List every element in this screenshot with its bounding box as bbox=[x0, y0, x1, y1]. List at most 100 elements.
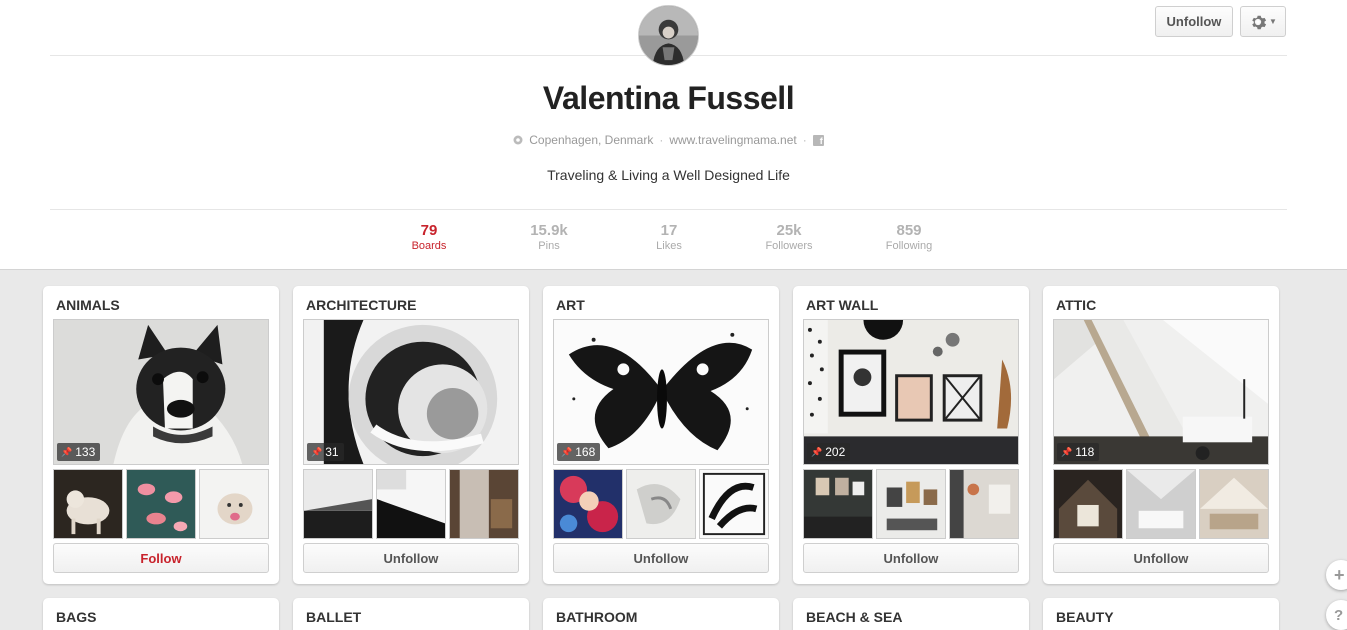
board-cover-image[interactable]: 📌 168 bbox=[553, 319, 769, 465]
board-thumbnail[interactable] bbox=[876, 469, 946, 539]
board-title[interactable]: ARCHITECTURE bbox=[306, 297, 416, 313]
board-thumbnails bbox=[53, 469, 269, 539]
pin-count: 133 bbox=[75, 445, 96, 459]
unfollow-board-button[interactable]: Unfollow bbox=[803, 543, 1019, 573]
chevron-down-icon: ▼ bbox=[1269, 17, 1277, 26]
stat-pins[interactable]: 15.9k Pins bbox=[489, 222, 609, 252]
stat-number: 859 bbox=[896, 222, 922, 239]
board-title[interactable]: BALLET bbox=[306, 609, 361, 625]
location-text: Copenhagen, Denmark bbox=[529, 133, 654, 147]
board-thumbnails bbox=[553, 469, 769, 539]
board-thumbnail[interactable] bbox=[376, 469, 446, 539]
board-thumbnail[interactable] bbox=[303, 469, 373, 539]
website-link[interactable]: www.travelingmama.net bbox=[669, 133, 796, 147]
stat-followers[interactable]: 25k Followers bbox=[729, 222, 849, 252]
plus-icon: + bbox=[1334, 564, 1345, 585]
pin-count: 118 bbox=[1075, 445, 1095, 459]
board-thumbnail[interactable] bbox=[126, 469, 196, 539]
board-thumbnail[interactable] bbox=[949, 469, 1019, 539]
stat-likes[interactable]: 17 Likes bbox=[609, 222, 729, 252]
board-cover-image[interactable]: 📌 202 bbox=[803, 319, 1019, 465]
stat-label: Followers bbox=[765, 240, 813, 252]
facebook-icon[interactable]: f bbox=[812, 134, 824, 146]
board-card-bags[interactable]: BAGS bbox=[43, 598, 279, 630]
gear-icon bbox=[1252, 15, 1267, 29]
profile-stats: 79 Boards 15.9k Pins 17 Likes 25k Follow… bbox=[369, 222, 969, 252]
board-title[interactable]: ART bbox=[556, 297, 585, 313]
pin-icon: 📌 bbox=[61, 446, 73, 457]
stat-label: Pins bbox=[538, 240, 560, 252]
board-thumbnail[interactable] bbox=[1199, 469, 1269, 539]
separator-dot: · bbox=[802, 133, 807, 147]
board-card-animals[interactable]: ANIMALS 📌 133 Follow bbox=[43, 286, 279, 584]
board-title[interactable]: BEAUTY bbox=[1056, 609, 1114, 625]
board-thumbnails bbox=[1053, 469, 1269, 539]
board-thumbnail[interactable] bbox=[199, 469, 269, 539]
board-card-attic[interactable]: ATTIC 📌 118 Unfollow bbox=[1043, 286, 1279, 584]
board-card-architecture[interactable]: ARCHITECTURE 📌 31 Unfollow bbox=[293, 286, 529, 584]
board-thumbnail[interactable] bbox=[1053, 469, 1123, 539]
unfollow-button[interactable]: Unfollow bbox=[1155, 6, 1233, 37]
pin-count-badge: 📌 118 bbox=[1057, 443, 1100, 461]
add-pin-button[interactable]: + bbox=[1326, 560, 1347, 590]
help-button[interactable]: ? bbox=[1326, 600, 1347, 630]
profile-name: Valentina Fussell bbox=[542, 80, 795, 116]
stat-label: Boards bbox=[411, 240, 447, 252]
board-card-art[interactable]: ART 📌 168 Unfollow bbox=[543, 286, 779, 584]
pin-count-badge: 📌 202 bbox=[807, 443, 851, 461]
board-card-bathroom[interactable]: BATHROOM bbox=[543, 598, 779, 630]
board-title[interactable]: BEACH & SEA bbox=[806, 609, 902, 625]
stat-number: 17 bbox=[660, 222, 678, 239]
stat-number: 79 bbox=[420, 222, 438, 239]
pin-count: 202 bbox=[825, 445, 846, 459]
pin-count-badge: 📌 133 bbox=[57, 443, 101, 461]
pin-icon: 📌 bbox=[811, 446, 823, 457]
unfollow-board-button[interactable]: Unfollow bbox=[553, 543, 769, 573]
header-divider bbox=[50, 209, 1287, 210]
board-thumbnails bbox=[303, 469, 519, 539]
board-card-art-wall[interactable]: ART WALL 📌 202 Unfollow bbox=[793, 286, 1029, 584]
board-title[interactable]: BAGS bbox=[56, 609, 96, 625]
board-cover-image[interactable]: 📌 133 bbox=[53, 319, 269, 465]
stat-label: Likes bbox=[656, 240, 682, 252]
stat-label: Following bbox=[885, 240, 933, 252]
profile-about: Traveling & Living a Well Designed Life bbox=[547, 167, 790, 183]
board-title[interactable]: ATTIC bbox=[1056, 297, 1096, 313]
board-thumbnail[interactable] bbox=[626, 469, 696, 539]
board-title[interactable]: ANIMALS bbox=[56, 297, 120, 313]
board-thumbnail[interactable] bbox=[1126, 469, 1196, 539]
board-thumbnail[interactable] bbox=[803, 469, 873, 539]
board-thumbnail[interactable] bbox=[449, 469, 519, 539]
board-card-ballet[interactable]: BALLET bbox=[293, 598, 529, 630]
pin-icon: 📌 bbox=[1061, 446, 1073, 457]
pin-count-badge: 📌 168 bbox=[557, 443, 601, 461]
avatar[interactable] bbox=[638, 5, 699, 66]
stat-number: 15.9k bbox=[530, 222, 568, 239]
stat-number: 25k bbox=[776, 222, 802, 239]
board-card-beauty[interactable]: BEAUTY bbox=[1043, 598, 1279, 630]
board-cover-image[interactable]: 📌 31 bbox=[303, 319, 519, 465]
unfollow-board-button[interactable]: Unfollow bbox=[1053, 543, 1269, 573]
stat-following[interactable]: 859 Following bbox=[849, 222, 969, 252]
pin-count-badge: 📌 31 bbox=[307, 443, 344, 461]
profile-meta: Copenhagen, Denmark · www.travelingmama.… bbox=[0, 133, 1337, 147]
board-thumbnail[interactable] bbox=[553, 469, 623, 539]
settings-button[interactable]: ▼ bbox=[1240, 6, 1286, 37]
help-label: ? bbox=[1334, 606, 1344, 624]
board-thumbnail[interactable] bbox=[53, 469, 123, 539]
board-title[interactable]: BATHROOM bbox=[556, 609, 637, 625]
board-title[interactable]: ART WALL bbox=[806, 297, 878, 313]
pin-count: 168 bbox=[575, 445, 596, 459]
separator-dot: · bbox=[659, 133, 664, 147]
board-card-beach-sea[interactable]: BEACH & SEA bbox=[793, 598, 1029, 630]
pin-icon: 📌 bbox=[311, 446, 323, 457]
unfollow-board-button[interactable]: Unfollow bbox=[303, 543, 519, 573]
board-cover-image[interactable]: 📌 118 bbox=[1053, 319, 1269, 465]
profile-header: Unfollow ▼ Valentina Fussell Copenhagen,… bbox=[0, 0, 1347, 270]
board-thumbnail[interactable] bbox=[699, 469, 769, 539]
location-icon bbox=[513, 135, 523, 145]
board-thumbnails bbox=[803, 469, 1019, 539]
pin-count: 31 bbox=[325, 445, 339, 459]
follow-board-button[interactable]: Follow bbox=[53, 543, 269, 573]
stat-boards[interactable]: 79 Boards bbox=[369, 222, 489, 252]
